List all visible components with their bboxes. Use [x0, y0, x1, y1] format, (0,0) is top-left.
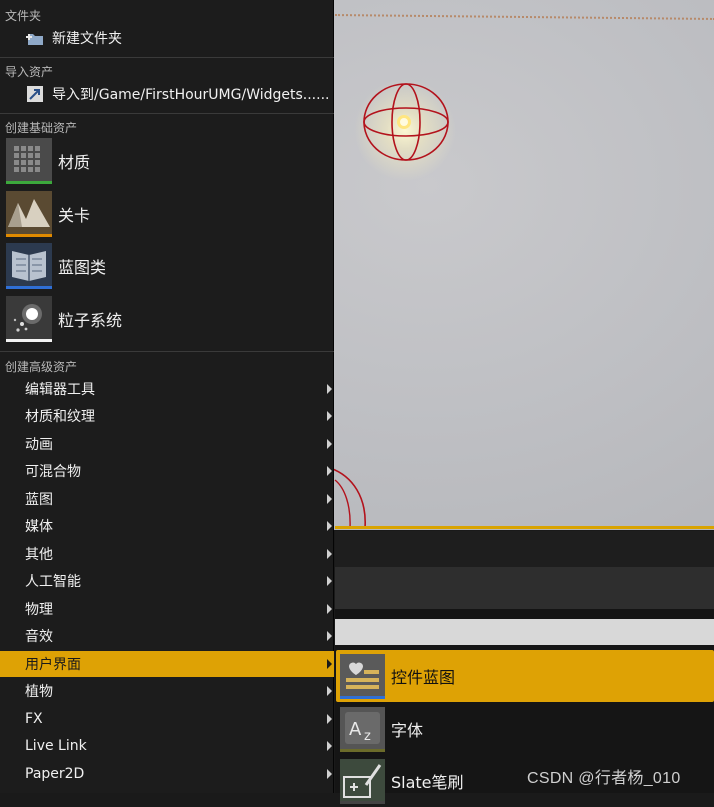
- section-header-basic: 创建基础资产: [5, 121, 78, 135]
- submenu-arrow-icon: [327, 604, 332, 614]
- menu-item-live-link[interactable]: Live Link: [0, 733, 334, 759]
- submenu-arrow-icon: [327, 494, 332, 504]
- menu-item-fx[interactable]: FX: [0, 706, 334, 732]
- submenu-arrow-icon: [327, 521, 332, 531]
- blueprint-class-label: 蓝图类: [58, 258, 107, 277]
- divider: [0, 113, 334, 114]
- widget-blueprint-icon: [340, 653, 385, 699]
- menu-item-blueprints[interactable]: 蓝图: [0, 486, 334, 512]
- import-to-item[interactable]: 导入到/Game/FirstHourUMG/Widgets......: [0, 82, 334, 106]
- menu-item-user-interface[interactable]: 用户界面: [0, 651, 334, 677]
- watermark: CSDN @行者杨_010: [527, 770, 681, 787]
- slate-brush-icon: [340, 758, 385, 804]
- create-level-item[interactable]: 关卡: [0, 189, 334, 239]
- import-to-label: 导入到/Game/FirstHourUMG/Widgets......: [52, 87, 330, 103]
- widget-blueprint-label: 控件蓝图: [391, 668, 456, 687]
- selection-edge: [335, 526, 714, 529]
- create-particle-system-item[interactable]: 粒子系统: [0, 294, 334, 344]
- menu-item-paper2d[interactable]: Paper2D: [0, 761, 334, 787]
- material-label: 材质: [58, 153, 91, 172]
- submenu-arrow-icon: [327, 714, 332, 724]
- create-material-item[interactable]: 材质: [0, 136, 334, 186]
- slate-brush-label: Slate笔刷: [391, 773, 464, 792]
- section-header-advanced: 创建高级资产: [5, 360, 78, 374]
- point-light-gizmo[interactable]: [360, 82, 452, 166]
- spline-line: [334, 14, 714, 20]
- content-browser-context-menu: 文件夹 新建文件夹 导入资产 导入到/Game/FirstHourUMG/Wid…: [0, 0, 334, 793]
- font-icon: A z: [340, 706, 385, 752]
- material-icon: [6, 138, 52, 184]
- submenu-arrow-icon: [327, 631, 332, 641]
- svg-text:z: z: [364, 729, 371, 744]
- menu-item-blendables[interactable]: 可混合物: [0, 458, 334, 484]
- create-blueprint-class-item[interactable]: 蓝图类: [0, 241, 334, 291]
- section-header-import: 导入资产: [5, 65, 54, 79]
- level-label: 关卡: [58, 206, 91, 225]
- new-folder-label: 新建文件夹: [52, 31, 122, 47]
- new-folder-item[interactable]: 新建文件夹: [0, 26, 334, 50]
- submenu-arrow-icon: [327, 741, 332, 751]
- level-icon: [6, 191, 52, 237]
- divider: [0, 351, 334, 352]
- section-header-folder: 文件夹: [5, 9, 42, 23]
- submenu-arrow-icon: [327, 466, 332, 476]
- menu-item-media[interactable]: 媒体: [0, 513, 334, 539]
- menu-item-materials-textures[interactable]: 材质和纹理: [0, 403, 334, 429]
- menu-item-physics[interactable]: 物理: [0, 596, 334, 622]
- submenu-arrow-icon: [327, 686, 332, 696]
- menu-item-foliage[interactable]: 植物: [0, 678, 334, 704]
- submenu-arrow-icon: [327, 769, 332, 779]
- new-folder-icon: [25, 28, 45, 48]
- submenu-arrow-icon: [327, 659, 332, 669]
- blueprint-class-icon: [6, 243, 52, 289]
- submenu-arrow-icon: [327, 411, 332, 421]
- widget-blueprint-item[interactable]: 控件蓝图: [336, 650, 714, 702]
- particle-system-icon: [6, 296, 52, 342]
- submenu-arrow-icon: [327, 384, 332, 394]
- submenu-arrow-icon: [327, 439, 332, 449]
- menu-item-sounds[interactable]: 音效: [0, 623, 334, 649]
- particle-system-label: 粒子系统: [58, 311, 123, 330]
- font-item[interactable]: A z 字体: [336, 703, 714, 755]
- divider: [0, 57, 334, 58]
- submenu-arrow-icon: [327, 576, 332, 586]
- menu-item-editor-tools[interactable]: 编辑器工具: [0, 376, 334, 402]
- font-label: 字体: [391, 721, 424, 740]
- menu-item-artificial-intelligence[interactable]: 人工智能: [0, 568, 334, 594]
- menu-item-miscellaneous[interactable]: 其他: [0, 541, 334, 567]
- menu-item-animation[interactable]: 动画: [0, 431, 334, 457]
- submenu-arrow-icon: [327, 549, 332, 559]
- import-icon: [25, 84, 45, 104]
- svg-text:A: A: [349, 719, 362, 740]
